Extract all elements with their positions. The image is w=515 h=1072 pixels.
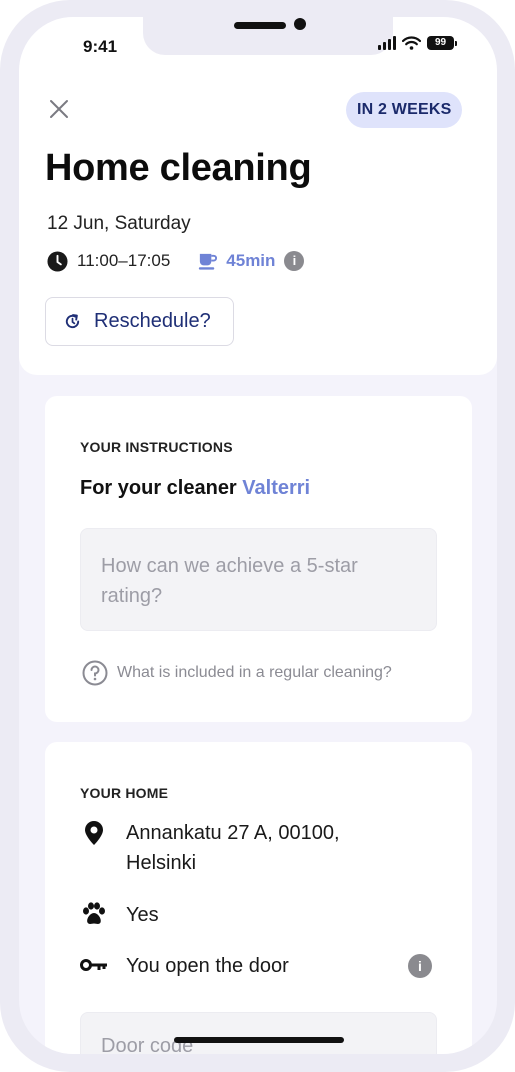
time-range: 11:00–17:05 [77, 251, 171, 270]
camera [294, 18, 306, 30]
timing-badge: IN 2 WEEKS [346, 92, 463, 128]
battery-level: 99 [427, 36, 454, 50]
access-text: You open the door [126, 955, 289, 977]
page-title: Home cleaning [45, 147, 312, 189]
info-icon[interactable]: i [284, 251, 305, 271]
reschedule-button[interactable]: Reschedule? [45, 297, 234, 346]
clock-icon [47, 250, 68, 272]
signal-icon [378, 36, 396, 50]
cleaner-line: For your cleaner Valterri [80, 477, 310, 500]
cleaning-info-link[interactable]: What is included in a regular cleaning? [82, 660, 392, 686]
door-code-input[interactable]: Door code [80, 1012, 437, 1054]
close-button[interactable] [47, 97, 71, 121]
paw-icon [80, 900, 108, 928]
access-row: You open the door i [80, 951, 440, 981]
address-row: Annankatu 27 A, 00100, Helsinki [80, 818, 386, 878]
battery-icon: 99 [427, 36, 457, 50]
help-link-text: What is included in a regular cleaning? [117, 664, 392, 681]
info-icon[interactable]: i [408, 954, 432, 978]
reschedule-label: Reschedule? [94, 310, 211, 332]
home-card: YOUR HOME Annankatu 27 A, 00100, Helsink… [45, 742, 472, 1054]
phone-frame: IN 2 WEEKS Home cleaning 12 Jun, Saturda… [0, 0, 515, 1072]
for-cleaner-text: For your cleaner [80, 477, 237, 499]
address-text: Annankatu 27 A, 00100, Helsinki [126, 822, 340, 874]
instructions-section-label: YOUR INSTRUCTIONS [80, 439, 233, 455]
status-bar: 9:41 99 [19, 17, 497, 77]
status-time: 9:41 [83, 37, 118, 56]
status-icons: 99 [378, 36, 457, 50]
instructions-card: YOUR INSTRUCTIONS For your cleaner Valte… [45, 396, 472, 722]
key-icon [80, 951, 108, 979]
question-circle-icon [82, 660, 108, 686]
booking-date: 12 Jun, Saturday [47, 213, 191, 234]
refresh-icon [65, 314, 80, 329]
close-icon [50, 100, 68, 118]
location-pin-icon [80, 819, 108, 847]
home-section-label: YOUR HOME [80, 785, 169, 801]
break-duration: 45min [226, 251, 276, 270]
home-indicator[interactable] [174, 1037, 344, 1043]
screen: IN 2 WEEKS Home cleaning 12 Jun, Saturda… [19, 17, 497, 1054]
pets-text: Yes [126, 904, 159, 926]
instructions-input[interactable]: How can we achieve a 5-star rating? [80, 528, 437, 631]
notch [143, 17, 393, 55]
wifi-icon [402, 36, 421, 50]
break-info: 45min i [197, 251, 305, 272]
speaker [234, 22, 286, 29]
pets-row: Yes [80, 900, 386, 930]
coffee-cup-icon [199, 253, 218, 270]
time-row: 11:00–17:05 45min i [47, 250, 305, 272]
cleaner-name[interactable]: Valterri [242, 477, 310, 499]
